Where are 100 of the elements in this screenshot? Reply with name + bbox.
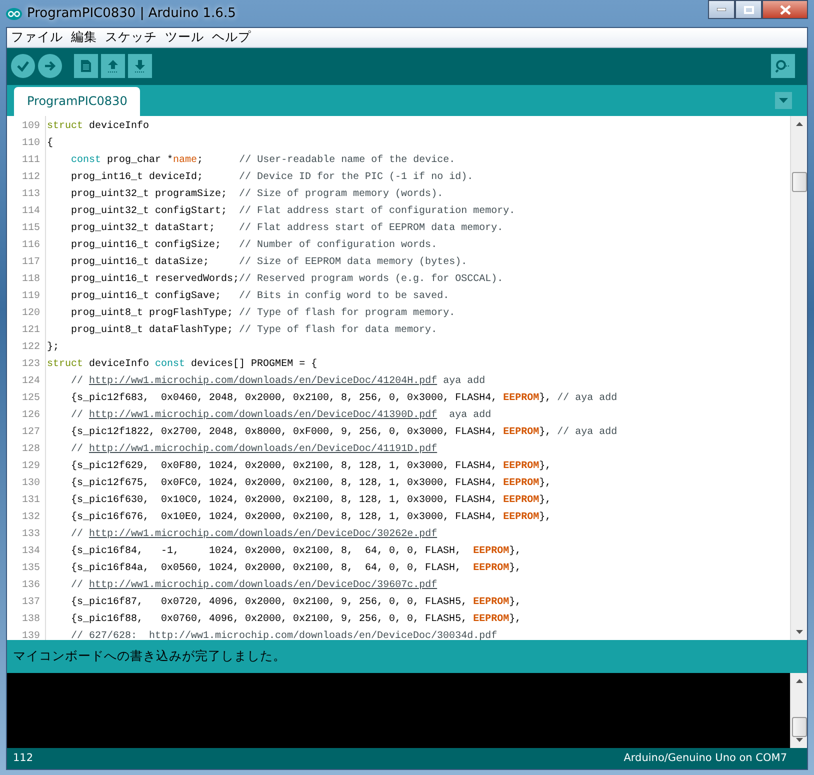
line-number: 112 (20, 170, 41, 185)
line-number: 115 (20, 222, 41, 236)
code-line: {s_pic12f683, 0x0460, 2048, 0x2000, 0x2100, 8, 256, 0, 0x3000, FLASH4, EEPROM}, // aya add (70, 392, 618, 406)
code-line: {s_pic16f630, 0x10C0, 1024, 0x2000, 0x2100, 8, 128, 1, 0x3000, FLASH4, EEPROM}, (70, 494, 552, 508)
code-line: { (47, 136, 54, 151)
line-number: 124 (20, 374, 41, 389)
code-line: {s_pic16f676, 0x10E0, 1024, 0x2000, 0x2100, 8, 128, 1, 0x3000, FLASH4, EEPROM}, (70, 510, 552, 525)
line-number: 129 (20, 460, 41, 474)
code-line: {s_pic12f675, 0x0FC0, 1024, 0x2000, 0x2100, 8, 128, 1, 0x3000, FLASH4, EEPROM}, (70, 476, 552, 491)
menu-item[interactable]: スケッチ (101, 28, 161, 47)
line-number: 130 (20, 476, 41, 491)
code-comment: aya add (448, 408, 492, 423)
open-button[interactable] (101, 54, 125, 78)
code-line: prog_uint8_t dataFlashType; // Type of flash for data memory. (70, 324, 438, 338)
line-number: 120 (20, 306, 41, 321)
app-logo-icon (6, 8, 22, 20)
maximize-icon (744, 6, 754, 14)
url-link[interactable]: http://ww1.microchip.com/downloads/en/DeviceDoc/39607c.pdf (89, 576, 438, 594)
scrollbar[interactable] (790, 116, 807, 640)
menu-item[interactable]: 編集 (67, 28, 101, 47)
line-number: 137 (20, 596, 41, 610)
code-line: prog_uint16_t reservedWords;// Reserved program words (e.g. for OSCCAL). (70, 272, 504, 287)
scroll-up-icon[interactable] (796, 679, 802, 684)
code-line: {s_pic16f88, 0x0760, 4096, 0x2000, 0x2100, 9, 256, 0, 0, FLASH5, EEPROM}, (70, 612, 522, 627)
line-number: 110 (20, 136, 41, 151)
upload-button[interactable] (38, 54, 62, 78)
line-number: 117 (20, 256, 41, 270)
magnifier-icon (775, 59, 791, 74)
arrow-down-icon (133, 59, 147, 74)
code-line: {s_pic16f87, 0x0720, 4096, 0x2000, 0x2100, 9, 256, 0, 0, FLASH5, EEPROM}, (70, 596, 522, 610)
menu-item[interactable]: ツール (161, 28, 208, 47)
code-line: struct deviceInfo (47, 120, 150, 134)
line-number: 135 (20, 562, 41, 576)
serial-monitor-button[interactable] (771, 54, 795, 78)
line-number: 134 (20, 544, 41, 559)
menu-item[interactable]: ヘルプ (208, 28, 255, 47)
file-tab[interactable]: ProgramPIC0830 (14, 86, 140, 116)
code-line: {s_pic16f84a, 0x0560, 1024, 0x2000, 0x2100, 8, 64, 0, 0, FLASH, EEPROM}, (70, 562, 522, 576)
code-comment: // (71, 442, 84, 457)
code-line: prog_uint16_t configSave; // Bits in config word to be saved. (70, 290, 450, 304)
line-number: 119 (20, 290, 41, 304)
line-number: 136 (20, 578, 41, 593)
code-line: prog_uint16_t dataSize; // Size of EEPROM data memory (bytes). (70, 256, 468, 270)
scrollbar-thumb[interactable] (792, 717, 806, 738)
code-comment: // (71, 578, 84, 593)
arrow-up-icon (106, 59, 120, 74)
code-comment: // (71, 408, 84, 423)
code-line: {s_pic16f84, -1, 1024, 0x2000, 0x2100, 8, 64, 0, 0, FLASH, EEPROM}, (70, 544, 522, 559)
line-number: 116 (20, 238, 41, 253)
line-number: 133 (20, 528, 41, 542)
verify-button[interactable] (11, 54, 35, 78)
maximize-button[interactable] (735, 0, 762, 19)
arrow-right-icon (44, 60, 56, 72)
line-number: 118 (20, 272, 41, 287)
minimize-icon (717, 8, 726, 11)
console-scrollbar[interactable] (790, 673, 807, 748)
save-button[interactable] (128, 54, 152, 78)
code-comment: // (71, 374, 84, 389)
scrollbar-thumb[interactable] (792, 172, 806, 192)
menu-item[interactable]: ファイル (7, 28, 67, 47)
code-line: // 627/628: http://ww1.microchip.com/downloads/en/DeviceDoc/30034d.pdf (70, 630, 498, 640)
code-line: {s_pic12f1822, 0x2700, 2048, 0x8000, 0xF000, 9, 256, 0, 0x3000, FLASH4, EEPROM}, // aya add (70, 426, 618, 440)
line-number: 126 (20, 408, 41, 423)
caret-icon (779, 98, 788, 103)
line-number: 123 (20, 358, 41, 372)
minimize-button[interactable] (708, 0, 735, 19)
code-line: {s_pic12f629, 0x0F80, 1024, 0x2000, 0x2100, 8, 128, 1, 0x3000, FLASH4, EEPROM}, (70, 460, 552, 474)
code-line: prog_uint32_t dataStart; // Flat address start of EEPROM data memory. (70, 222, 504, 236)
code-comment: aya add (442, 374, 486, 389)
code-line: struct deviceInfo const devices[] PROGMEM = { (47, 358, 318, 372)
code-line: prog_uint8_t progFlashType; // Type of flash for program memory. (70, 306, 456, 321)
url-link[interactable]: http://ww1.microchip.com/downloads/en/DeviceDoc/41390D.pdf (89, 406, 438, 424)
scroll-up-icon[interactable] (796, 122, 802, 126)
line-number: 127 (20, 426, 41, 440)
board-port-label: Arduino/Genuino Uno on COM7 (624, 750, 787, 766)
line-number: 114 (20, 204, 41, 219)
status-message: マイコンボードへの書き込みが完了しました。 (13, 647, 286, 666)
line-number: 109 (20, 120, 41, 134)
code-line: prog_int16_t deviceId; // Device ID for the PIC (-1 if no id). (70, 170, 474, 185)
tab-menu-button[interactable] (775, 92, 792, 109)
checkmark-icon (16, 60, 30, 72)
line-number: 111 (20, 154, 41, 168)
line-number: 121 (20, 324, 41, 338)
line-number: 132 (20, 510, 41, 525)
line-number: 113 (20, 188, 41, 202)
close-button[interactable] (762, 0, 808, 19)
close-icon (780, 4, 790, 14)
url-link[interactable]: http://ww1.microchip.com/downloads/en/DeviceDoc/30262e.pdf (89, 526, 438, 543)
code-line: const prog_char *name; // User-readable name of the device. (70, 154, 456, 168)
url-link[interactable]: http://ww1.microchip.com/downloads/en/DeviceDoc/41204H.pdf (89, 372, 438, 390)
url-link[interactable]: http://ww1.microchip.com/downloads/en/DeviceDoc/41191D.pdf (89, 440, 438, 458)
document-icon (80, 59, 92, 74)
code-line: prog_uint32_t configStart; // Flat address start of configuration memory. (70, 204, 516, 219)
line-number: 125 (20, 392, 41, 406)
line-number-indicator: 112 (13, 750, 34, 766)
window-title: ProgramPIC0830 | Arduino 1.6.5 (27, 4, 236, 23)
code-line: prog_uint32_t programSize; // Size of program memory (words). (70, 188, 444, 202)
scroll-down-icon[interactable] (796, 630, 802, 634)
new-button[interactable] (74, 54, 98, 78)
line-number: 128 (20, 442, 41, 457)
